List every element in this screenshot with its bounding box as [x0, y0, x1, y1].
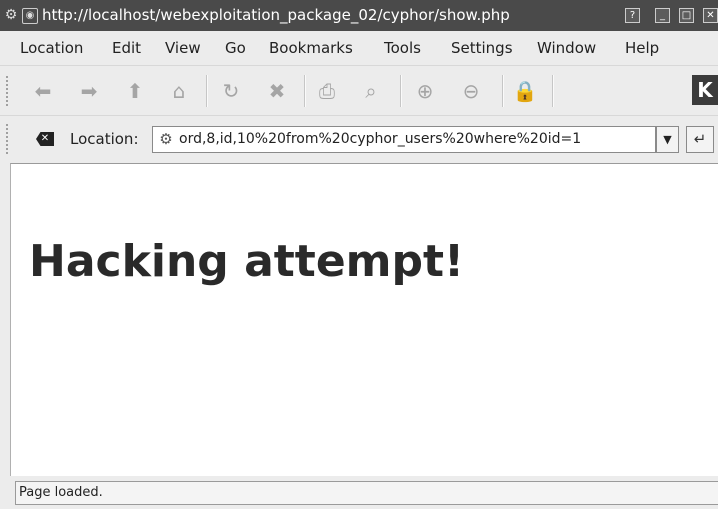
- menu-help[interactable]: Help: [625, 39, 659, 57]
- toolbar-separator: [304, 75, 306, 107]
- menu-tools[interactable]: Tools: [384, 39, 421, 57]
- menu-bar: Location Edit View Go Bookmarks Tools Se…: [0, 31, 718, 65]
- home-icon[interactable]: ⌂: [166, 78, 192, 104]
- location-label: Location:: [70, 130, 139, 148]
- toolbar-separator: [502, 75, 504, 107]
- toolbar-handle[interactable]: [6, 124, 11, 154]
- window-menu-icon[interactable]: ◉: [22, 8, 38, 24]
- reload-icon[interactable]: ↻: [218, 78, 244, 104]
- title-bar: ⚙ ◉ http://localhost/webexploitation_pac…: [0, 0, 718, 31]
- minimize-button[interactable]: _: [655, 8, 670, 23]
- page-content: Hacking attempt!: [10, 163, 718, 477]
- close-button[interactable]: ✕: [703, 8, 718, 23]
- toolbar-separator: [206, 75, 208, 107]
- location-field[interactable]: ⚙: [152, 126, 656, 153]
- zoom-out-icon[interactable]: ⊖: [458, 78, 484, 104]
- menu-location[interactable]: Location: [20, 39, 83, 57]
- toolbar-handle[interactable]: [6, 76, 11, 106]
- status-text: Page loaded.: [15, 481, 718, 505]
- window-title: http://localhost/webexploitation_package…: [42, 6, 510, 24]
- status-bar: Page loaded.: [0, 476, 718, 509]
- back-icon[interactable]: ⬅: [30, 78, 56, 104]
- location-toolbar: ✕ Location: ⚙ ▼ ↵: [0, 115, 718, 164]
- url-input[interactable]: [179, 128, 649, 149]
- print-icon[interactable]: ⎙: [314, 78, 340, 104]
- up-icon[interactable]: ⬆: [122, 78, 148, 104]
- menu-bookmarks[interactable]: Bookmarks: [269, 39, 353, 57]
- zoom-in-icon[interactable]: ⊕: [412, 78, 438, 104]
- menu-settings[interactable]: Settings: [451, 39, 513, 57]
- location-dropdown-button[interactable]: ▼: [656, 126, 679, 153]
- main-toolbar: ⬅ ➡ ⬆ ⌂ ↻ ✖ ⎙ ⌕ ⊕ ⊖ 🔒 K: [0, 65, 718, 116]
- find-icon[interactable]: ⌕: [358, 78, 384, 104]
- konqueror-icon[interactable]: ⚙: [3, 7, 19, 23]
- menu-view[interactable]: View: [165, 39, 201, 57]
- forward-icon[interactable]: ➡: [76, 78, 102, 104]
- menu-go[interactable]: Go: [225, 39, 246, 57]
- kde-logo: K: [692, 75, 718, 105]
- toolbar-separator: [400, 75, 402, 107]
- browser-window: ⚙ ◉ http://localhost/webexploitation_pac…: [0, 0, 718, 509]
- stop-icon[interactable]: ✖: [264, 78, 290, 104]
- help-button[interactable]: ?: [625, 8, 640, 23]
- security-icon[interactable]: 🔒: [512, 78, 538, 104]
- menu-window[interactable]: Window: [537, 39, 596, 57]
- clear-location-icon[interactable]: ✕: [36, 132, 54, 146]
- page-heading: Hacking attempt!: [29, 236, 465, 287]
- maximize-button[interactable]: □: [679, 8, 694, 23]
- go-button[interactable]: ↵: [686, 126, 714, 153]
- menu-edit[interactable]: Edit: [112, 39, 141, 57]
- site-favicon-icon: ⚙: [159, 130, 173, 148]
- toolbar-separator: [552, 75, 554, 107]
